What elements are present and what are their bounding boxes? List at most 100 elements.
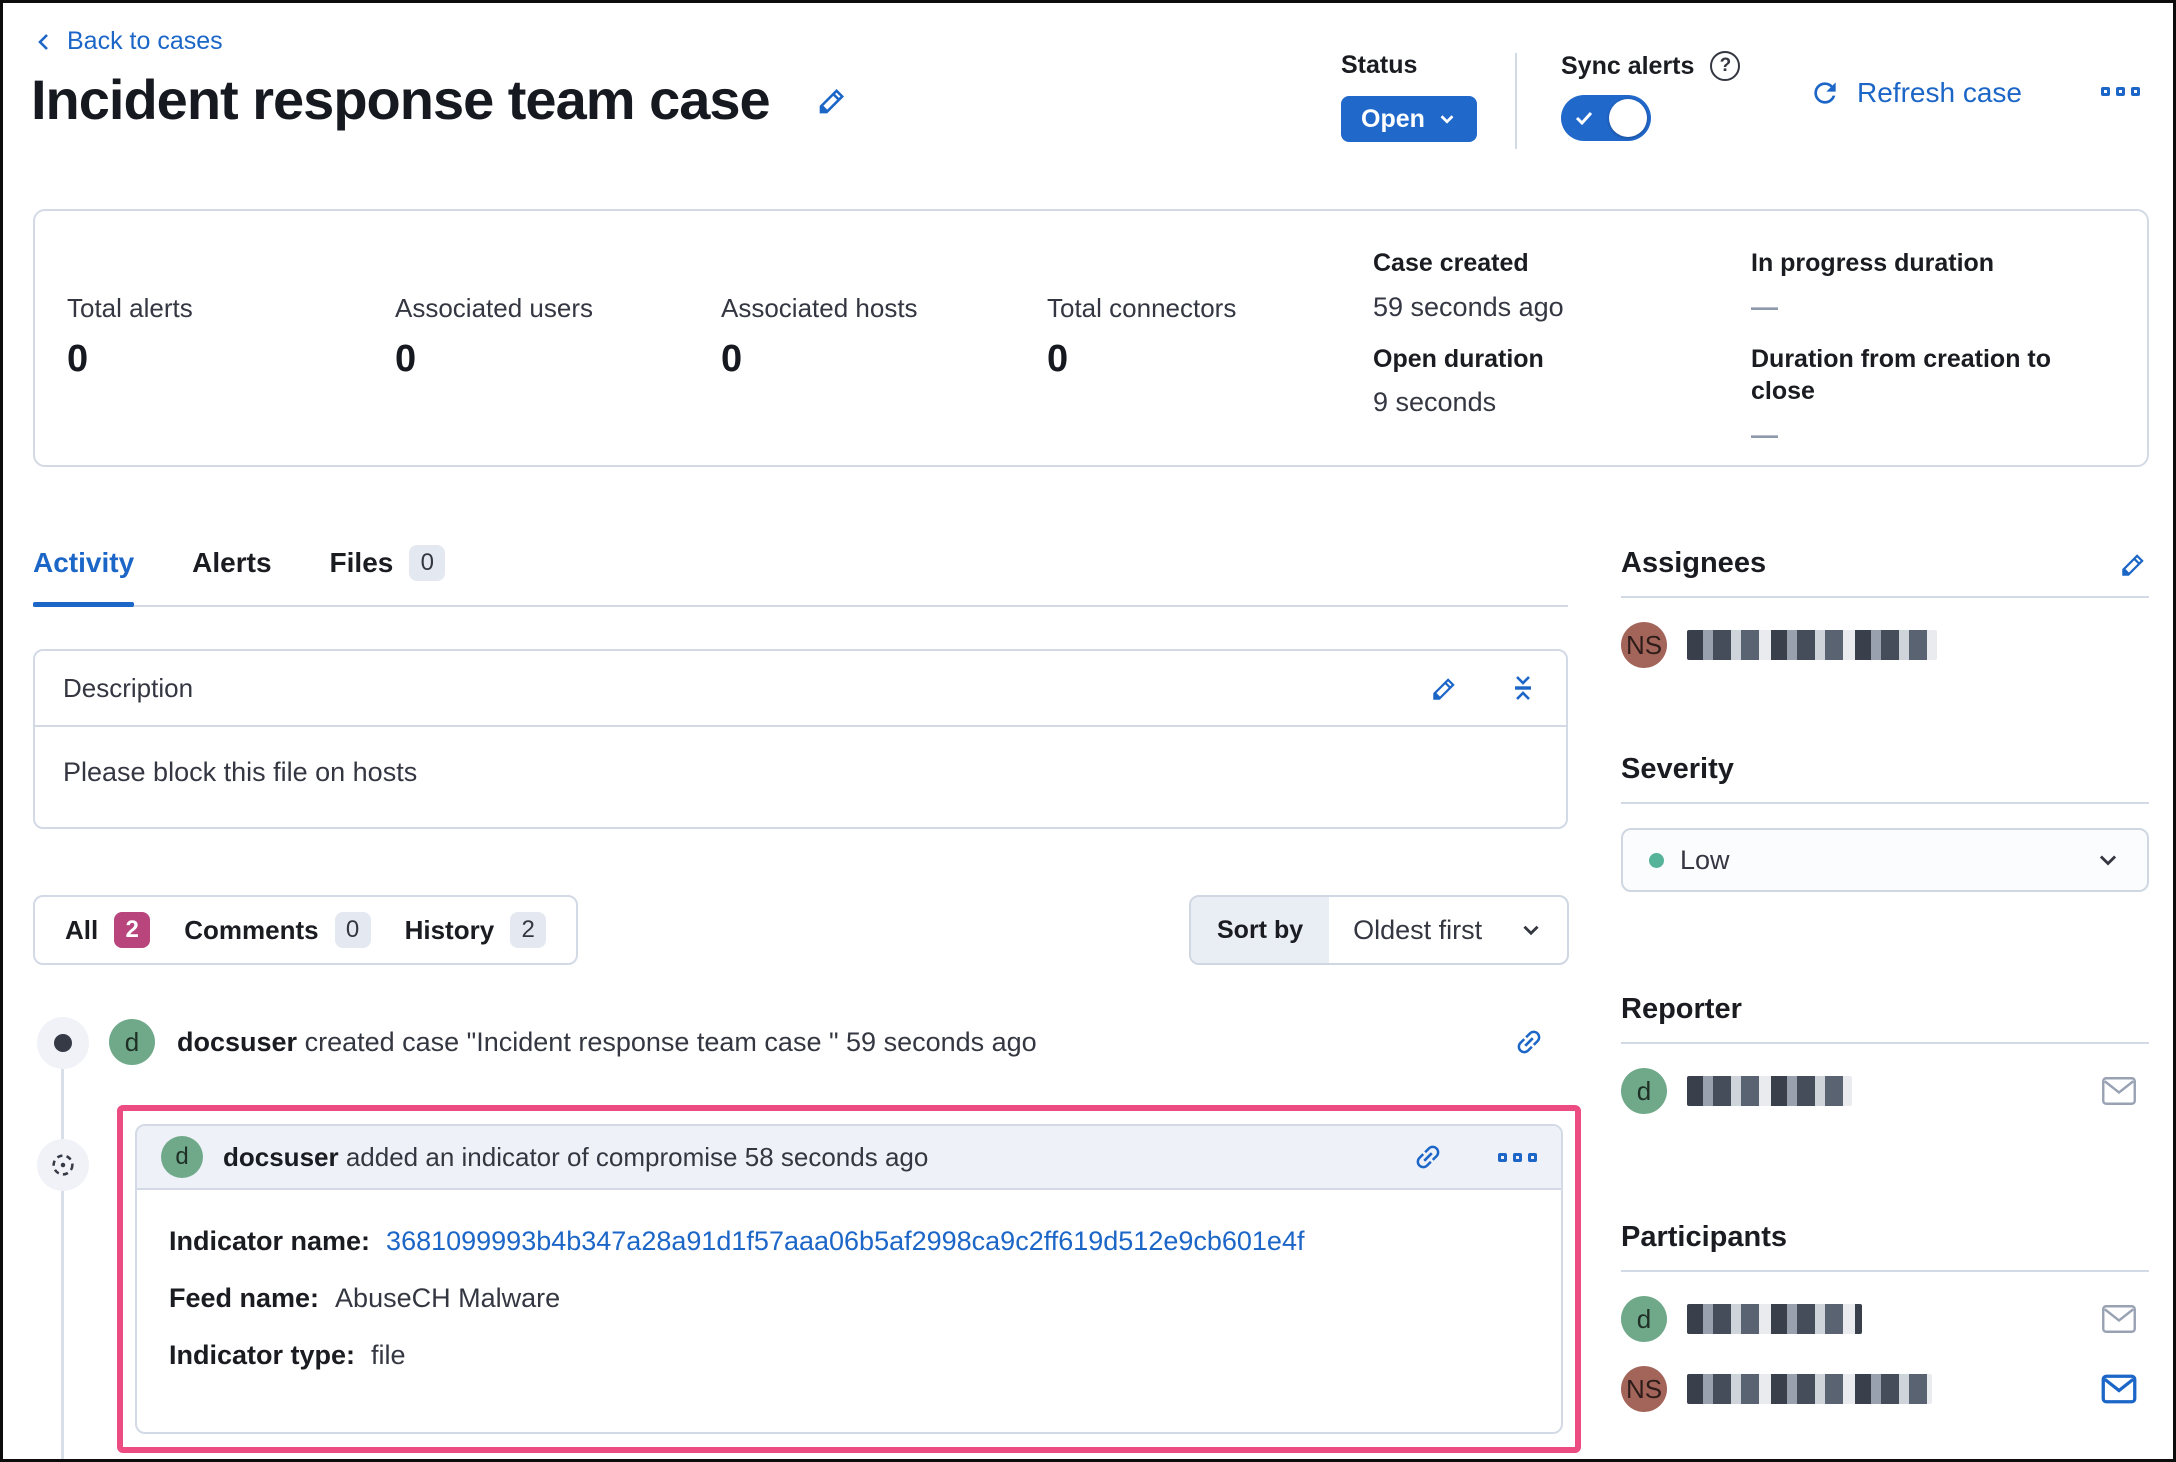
- filter-count-badge: 2: [114, 912, 151, 948]
- tab-label: Activity: [33, 547, 135, 578]
- reporter-row: d: [1621, 1068, 2149, 1114]
- field-value: file: [371, 1340, 406, 1370]
- collapse-description-button[interactable]: [1508, 673, 1538, 703]
- indicator-name-link[interactable]: 3681099993b4b347a28a91d1f57aaa06b5af2998…: [386, 1226, 1304, 1257]
- case-actions-menu-button[interactable]: [2101, 87, 2140, 96]
- crosshair-icon: [52, 1154, 74, 1176]
- status-label: Status: [1341, 51, 1418, 79]
- description-panel: Description Please block this file on ho…: [33, 649, 1568, 829]
- field-label: Indicator type:: [169, 1340, 356, 1370]
- tab-alerts[interactable]: Alerts: [192, 545, 271, 605]
- field-label: Indicator name:: [169, 1226, 371, 1256]
- avatar: NS: [1621, 1366, 1667, 1412]
- section-divider: [1621, 1042, 2149, 1044]
- sort-control: Sort by Oldest first: [1189, 895, 1569, 965]
- page-title: Incident response team case: [31, 68, 771, 131]
- case-detail-page: Back to cases Incident response team cas…: [0, 0, 2176, 1462]
- chevron-down-icon: [1440, 115, 1454, 124]
- pencil-icon: [2122, 553, 2144, 576]
- tab-activity[interactable]: Activity: [33, 545, 135, 607]
- metric-total-alerts: Total alerts 0: [67, 293, 193, 381]
- header-divider: [1515, 53, 1517, 149]
- link-icon: [1517, 1030, 1541, 1054]
- section-divider: [1621, 1270, 2149, 1272]
- event-actions-menu-button[interactable]: [1498, 1152, 1537, 1162]
- edit-title-button[interactable]: [816, 83, 850, 117]
- refresh-case-button[interactable]: Refresh case: [1809, 77, 2022, 109]
- event-text: docsuser created case "Incident response…: [177, 1027, 1037, 1058]
- dot-icon: [54, 1034, 72, 1052]
- chevron-down-icon: [2099, 855, 2117, 866]
- envelope-icon: [2102, 1305, 2136, 1333]
- meta-label: Duration from creation to close: [1751, 344, 2052, 406]
- status-value: Open: [1361, 104, 1425, 133]
- filter-label: Comments: [184, 914, 319, 945]
- meta-label: In progress duration: [1751, 249, 1995, 277]
- box-dot: [1528, 1152, 1537, 1162]
- severity-dot-icon: [1649, 852, 1664, 868]
- event-user: docsuser: [177, 1026, 298, 1057]
- status-group: Status Open: [1341, 51, 1477, 142]
- tab-files[interactable]: Files 0: [330, 545, 446, 605]
- meta-label: Case created: [1373, 249, 1529, 277]
- avatar: NS: [1621, 622, 1667, 668]
- timeline-event-created: d docsuser created case "Incident respon…: [109, 1019, 1569, 1065]
- participant-row: d: [1621, 1296, 2149, 1342]
- sync-alerts-toggle[interactable]: [1561, 95, 1651, 141]
- email-participant-button[interactable]: [2101, 1304, 2137, 1334]
- redacted-user-name: [1687, 1304, 1862, 1334]
- toggle-knob: [1609, 99, 1647, 137]
- filter-all-button[interactable]: All 2: [65, 912, 151, 948]
- field-label: Feed name:: [169, 1283, 320, 1313]
- tab-label: Alerts: [192, 547, 272, 578]
- metric-value: 0: [395, 338, 417, 380]
- section-divider: [1621, 596, 2149, 598]
- help-icon[interactable]: ?: [1710, 51, 1741, 81]
- severity-value: Low: [1680, 844, 1730, 875]
- indicator-name-row: Indicator name: 3681099993b4b347a28a91d1…: [169, 1226, 1529, 1257]
- refresh-icon: [1814, 82, 1836, 104]
- box-dot: [1498, 1152, 1507, 1162]
- status-dropdown-button[interactable]: Open: [1341, 96, 1477, 142]
- severity-select[interactable]: Low: [1621, 828, 2149, 892]
- sort-order-select[interactable]: Oldest first: [1329, 897, 1567, 963]
- case-tabs: Activity Alerts Files 0: [33, 545, 1568, 607]
- email-participant-button[interactable]: [2101, 1374, 2137, 1404]
- sort-by-label: Sort by: [1191, 897, 1330, 963]
- copy-event-link-button[interactable]: [1513, 1026, 1545, 1058]
- severity-title: Severity: [1621, 753, 1734, 785]
- chevron-down-icon: [1523, 925, 1539, 936]
- metric-label: Associated users: [395, 293, 593, 323]
- event-action: added an indicator of compromise 58 seco…: [345, 1141, 929, 1172]
- metric-value: 0: [67, 338, 89, 380]
- participant-row: NS: [1621, 1366, 2149, 1412]
- edit-assignees-button[interactable]: [2119, 549, 2149, 579]
- box-dot: [1513, 1152, 1522, 1162]
- envelope-icon: [2102, 1077, 2136, 1105]
- timeline-rail: [61, 1043, 64, 1459]
- metric-label: Associated hosts: [721, 293, 918, 323]
- reporter-section: Reporter d: [1621, 993, 2149, 1114]
- redacted-user-name: [1687, 1374, 1932, 1404]
- metric-total-connectors: Total connectors 0: [1047, 293, 1236, 381]
- email-reporter-button[interactable]: [2101, 1076, 2137, 1106]
- edit-description-button[interactable]: [1430, 673, 1460, 703]
- sync-alerts-group: Sync alerts ?: [1561, 51, 1741, 141]
- filter-count-badge: 2: [510, 912, 547, 948]
- box-dot: [2131, 87, 2140, 96]
- reporter-title: Reporter: [1621, 993, 1742, 1025]
- filter-comments-button[interactable]: Comments 0: [184, 912, 371, 948]
- chevron-left-icon: [38, 33, 48, 50]
- copy-event-link-button[interactable]: [1412, 1141, 1444, 1173]
- filter-history-button[interactable]: History 2: [405, 912, 547, 948]
- avatar: d: [109, 1019, 155, 1065]
- avatar: d: [1621, 1068, 1667, 1114]
- assignees-title: Assignees: [1621, 547, 1767, 579]
- back-to-cases-link[interactable]: Back to cases: [33, 27, 223, 56]
- timeline-marker-indicator: [37, 1139, 89, 1191]
- filter-label: All: [65, 914, 99, 945]
- indicator-type-row: Indicator type: file: [169, 1340, 1529, 1371]
- description-title: Description: [63, 672, 194, 703]
- description-text: Please block this file on hosts: [63, 757, 418, 787]
- avatar: d: [1621, 1296, 1667, 1342]
